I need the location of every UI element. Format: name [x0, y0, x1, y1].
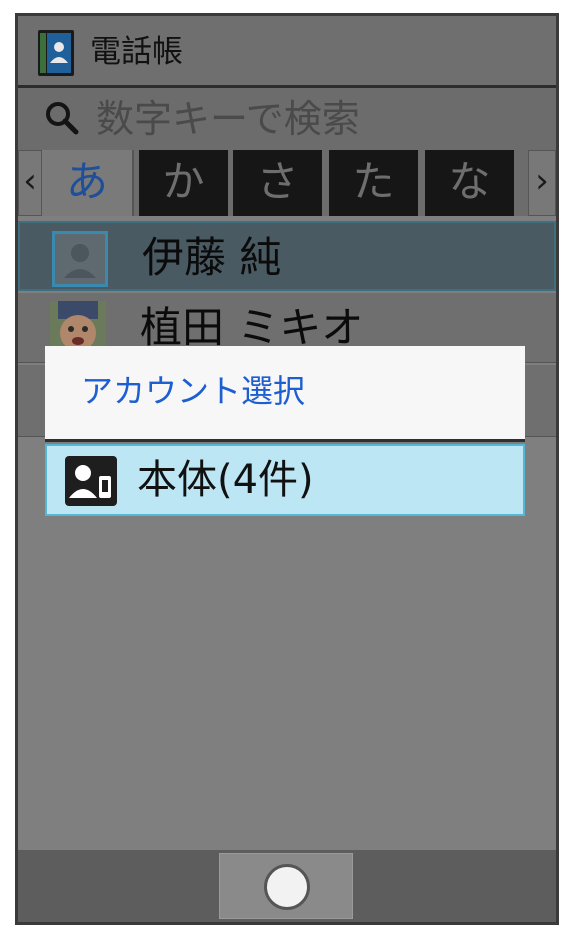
home-circle-icon	[264, 864, 310, 910]
tab-na[interactable]: な	[422, 150, 514, 216]
app-title: 電話帳	[90, 34, 183, 70]
search-bar[interactable]: 数字キーで検索	[18, 88, 556, 150]
default-person-icon	[52, 231, 108, 287]
tab-prev-arrow[interactable]: ‹	[18, 150, 42, 216]
tab-next-arrow[interactable]: ›	[528, 150, 556, 216]
title-bar: 電話帳	[18, 16, 556, 88]
tab-a[interactable]: あ	[42, 150, 134, 216]
navigation-bar	[18, 850, 556, 922]
account-select-dialog: アカウント選択 本体(4件)	[45, 346, 525, 518]
account-option-label: 本体(4件)	[137, 457, 314, 503]
account-option-device[interactable]: 本体(4件)	[45, 444, 525, 516]
contacts-book-icon	[38, 30, 74, 76]
index-tab-bar: ‹ あ か さ た な ›	[18, 150, 556, 216]
contact-row[interactable]: 伊藤 純	[18, 221, 556, 291]
dialog-title: アカウント選択	[81, 372, 306, 410]
tab-ka[interactable]: か	[136, 150, 228, 216]
phone-account-icon	[65, 456, 117, 506]
tab-ta[interactable]: た	[326, 150, 418, 216]
home-button[interactable]	[219, 853, 353, 919]
search-icon	[46, 102, 79, 135]
tab-sa[interactable]: さ	[230, 150, 322, 216]
search-placeholder: 数字キーで検索	[96, 97, 360, 141]
dialog-header: アカウント選択	[45, 346, 525, 442]
contact-name: 伊藤 純	[142, 233, 282, 282]
